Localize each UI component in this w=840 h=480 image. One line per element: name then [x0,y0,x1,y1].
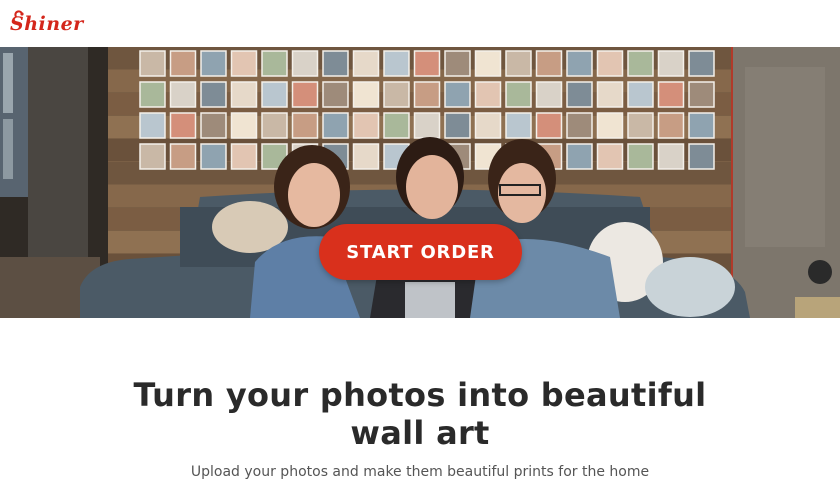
headline-line-1: Turn your photos into beautiful [133,376,707,414]
wall-photo-tile [413,112,441,139]
wall-photo-tile [566,81,593,108]
wall-photo-tile [352,81,380,108]
wall-photo-tile [688,112,715,139]
wall-photo-tile [627,143,654,170]
wall-photo-tile [505,81,532,108]
wall-photo-tile [474,81,502,108]
wall-photo-tile [230,143,258,170]
wall-photo-tile [596,112,624,139]
wall-photo-tile [200,112,227,139]
wall-photo-tile [169,143,197,170]
wall-photo-tile [596,81,624,108]
wall-photo-tile [688,50,715,77]
wall-photo-tile [200,50,227,77]
wall-photo-tile [139,50,166,77]
wall-photo-tile [139,112,166,139]
page-subtext: Upload your photos and make them beautif… [190,464,650,480]
start-order-button[interactable]: START ORDER [319,224,522,280]
wall-photo-tile [474,50,502,77]
wall-photo-tile [535,112,563,139]
wall-photo-tile [169,112,197,139]
wall-photo-tile [535,81,563,108]
wall-photo-tile [505,112,532,139]
wall-photo-tile [627,112,654,139]
wall-photo-tile [596,143,624,170]
wall-photo-tile [200,143,227,170]
wall-photo-tile [352,143,380,170]
wall-photo-tile [444,81,471,108]
wall-photo-tile [566,143,593,170]
wall-photo-tile [474,112,502,139]
wall-photo-tile [230,81,258,108]
wall-photo-tile [413,81,441,108]
wall-photo-tile [444,112,471,139]
logo-text: Shiner [10,13,84,35]
wall-photo-tile [627,50,654,77]
wall-photo-tile [657,143,685,170]
site-logo[interactable]: Shiner [10,9,83,39]
headline-line-2: wall art [350,414,490,452]
wall-photo-tile [322,112,349,139]
wall-photo-tile [261,81,288,108]
wall-photo-tile [291,112,319,139]
wall-photo-tile [383,112,410,139]
wall-photo-tile [627,81,654,108]
page-headline: Turn your photos into beautiful wall art [100,376,740,452]
wall-photo-tile [657,50,685,77]
wall-photo-tile [169,81,197,108]
wall-photo-tile [352,50,380,77]
wall-photo-tile [688,143,715,170]
wall-photo-tile [291,81,319,108]
wall-photo-tile [322,81,349,108]
wall-photo-tile [657,81,685,108]
wall-photo-tile [169,50,197,77]
top-bar: Shiner [0,0,840,47]
wall-photo-tile [535,50,563,77]
wall-photo-tile [352,112,380,139]
wall-photo-tile [200,81,227,108]
wall-photo-tile [261,112,288,139]
wall-photo-tile [566,112,593,139]
wall-photo-tile [413,50,441,77]
wall-photo-tile [505,50,532,77]
wall-photo-tile [383,81,410,108]
wall-photo-tile [291,50,319,77]
wall-photo-tile [566,50,593,77]
wall-photo-tile [322,50,349,77]
wall-photo-tile [657,112,685,139]
wall-photo-tile [261,50,288,77]
wall-photo-tile [688,81,715,108]
hero-banner: START ORDER [0,47,840,318]
wall-photo-tile [230,112,258,139]
wall-photo-tile [139,143,166,170]
wall-photo-tile [383,50,410,77]
wall-photo-tile [230,50,258,77]
wall-photo-tile [139,81,166,108]
wall-photo-tile [596,50,624,77]
wall-photo-tile [444,50,471,77]
